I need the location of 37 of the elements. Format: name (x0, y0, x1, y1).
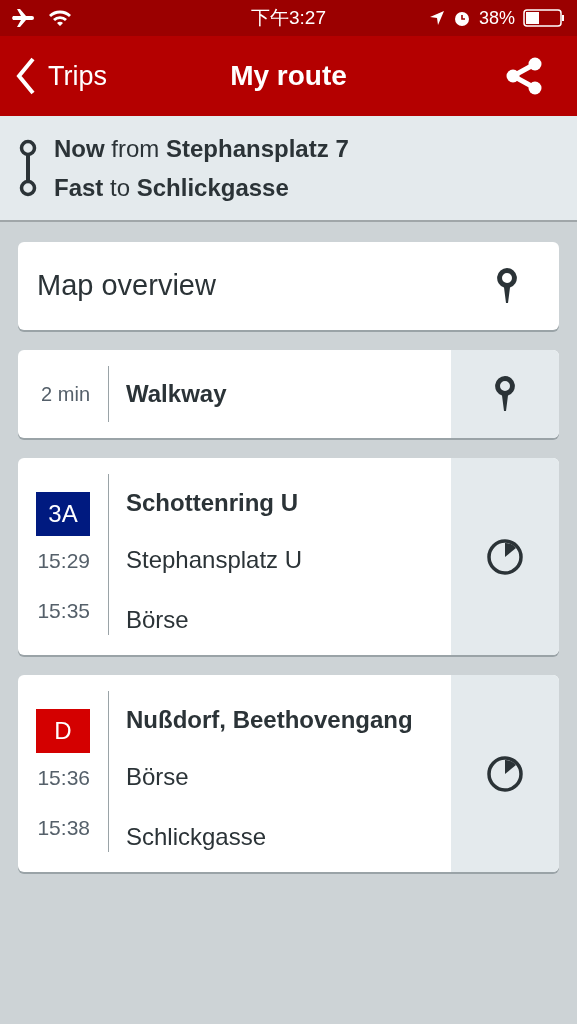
clock-icon (486, 754, 524, 793)
direction: Nußdorf, Beethovengang (126, 705, 414, 735)
stop-name: Schlickgasse (126, 822, 268, 852)
transit-card[interactable]: 3A 15:29 15:35 Schottenring U Stephansplatz U Börse (18, 458, 559, 655)
clock-time: 下午3:27 (251, 5, 326, 30)
screen-title: My route (230, 59, 347, 93)
back-button[interactable]: Trips (16, 55, 107, 97)
line-badge: 3A (36, 492, 90, 537)
stop-time: 15:38 (37, 814, 90, 841)
alarm-icon (453, 9, 471, 27)
duration: 2 min (41, 382, 90, 407)
stop-time: 15:35 (37, 597, 90, 624)
wifi-icon (48, 9, 72, 27)
line-badge: D (36, 709, 90, 754)
chevron-left-icon (16, 57, 36, 95)
map-overview-button[interactable]: Map overview (18, 242, 559, 330)
transit-card[interactable]: D 15:36 15:38 Nußdorf, Beethovengang Börse Schlickgasse (18, 675, 559, 872)
stop-time: 15:29 (37, 548, 90, 575)
map-pin-icon (493, 375, 517, 413)
battery-icon (523, 9, 565, 27)
stop-name: Börse (126, 605, 190, 635)
clock-icon (486, 537, 524, 576)
direction: Schottenring U (126, 488, 299, 518)
route-summary-line: Fast to Schlickgasse (54, 173, 290, 202)
stop-name: Stephansplatz U (126, 545, 304, 575)
walkway-card[interactable]: 2 min Walkway (18, 350, 559, 438)
map-pin-icon (495, 267, 519, 305)
leg-title: Walkway (126, 379, 227, 409)
battery-percent: 38% (479, 6, 515, 30)
share-icon (505, 57, 543, 95)
route-icon (18, 139, 38, 197)
airplane-icon (12, 8, 36, 28)
share-button[interactable] (505, 57, 543, 95)
route-summary-line: Now from Stephansplatz 7 (54, 134, 349, 163)
stop-time: 15:36 (37, 765, 90, 792)
stop-name: Börse (126, 762, 190, 792)
location-arrow-icon (429, 10, 445, 26)
